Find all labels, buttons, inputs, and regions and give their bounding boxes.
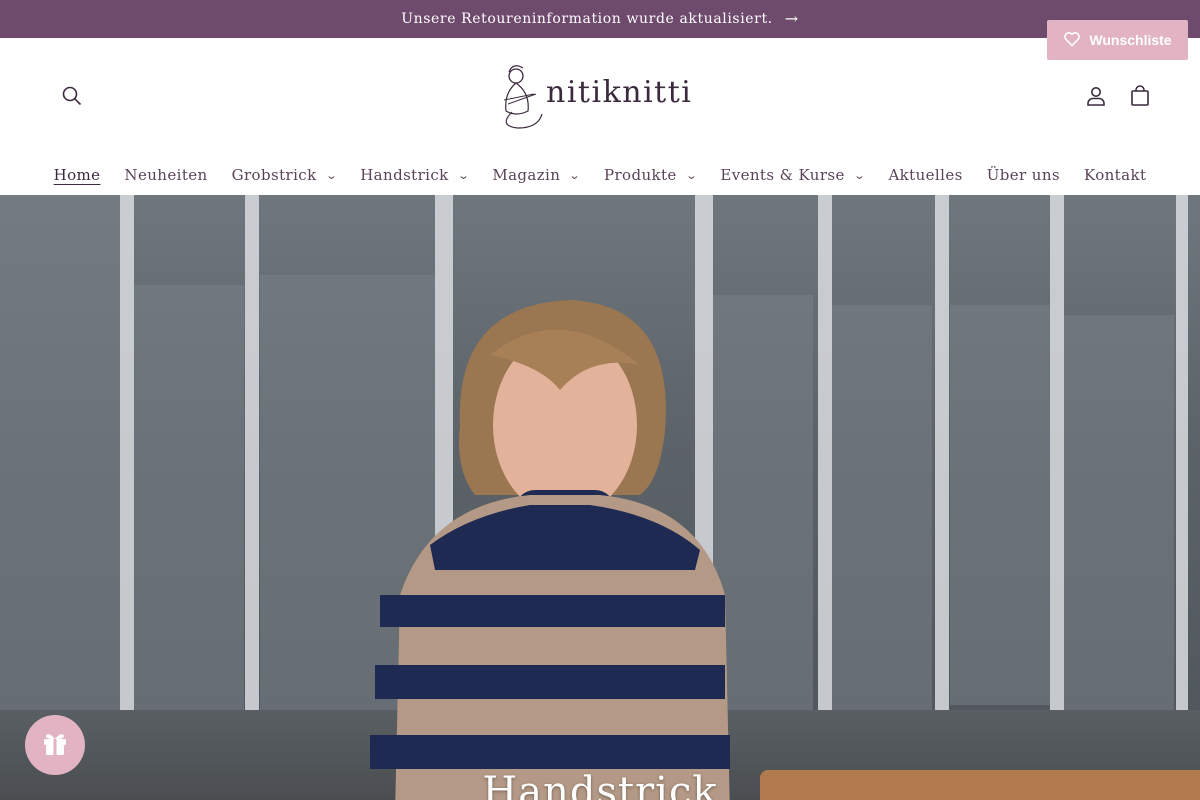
chevron-down-icon: ⌄ — [568, 168, 582, 182]
account-icon — [1085, 85, 1107, 111]
chevron-down-icon: ⌄ — [853, 168, 866, 182]
nav-item-events-kurse[interactable]: Events & Kurse ⌄ — [720, 166, 866, 184]
nav-item-produkte[interactable]: Produkte ⌄ — [604, 166, 698, 184]
wishlist-button[interactable]: Wunschliste — [1047, 20, 1188, 60]
woman-in-striped-sweater — [370, 300, 730, 800]
account-button[interactable] — [1080, 82, 1112, 114]
main-navigation: Home Neuheiten Grobstrick ⌄ Handstrick ⌄… — [0, 164, 1200, 186]
nav-item-magazin[interactable]: Magazin ⌄ — [492, 166, 582, 184]
nav-item-neuheiten[interactable]: Neuheiten — [124, 166, 207, 184]
nav-item-kontakt[interactable]: Kontakt — [1084, 166, 1146, 184]
nav-item-ueber-uns[interactable]: Über uns — [987, 166, 1060, 184]
nav-item-handstrick[interactable]: Handstrick ⌄ — [360, 166, 470, 184]
nav-item-home[interactable]: Home — [54, 166, 101, 184]
chevron-down-icon: ⌄ — [325, 168, 338, 182]
announcement-text[interactable]: Unsere Retoureninformation wurde aktuali… — [401, 11, 773, 27]
logo-wordmark: nitiknitti — [546, 74, 693, 110]
nav-item-grobstrick[interactable]: Grobstrick ⌄ — [232, 166, 338, 184]
nav-item-aktuelles[interactable]: Aktuelles — [888, 166, 962, 184]
chevron-down-icon: ⌄ — [457, 168, 470, 182]
site-header: nitiknitti Home Neuheiten Grobstrick ⌄ H… — [0, 38, 1200, 195]
cart-icon — [1129, 85, 1151, 111]
chevron-down-icon: ⌄ — [685, 168, 698, 182]
knitting-woman-logo-icon — [498, 60, 544, 136]
hero-heading: Handstrick — [482, 769, 718, 800]
cart-button[interactable] — [1124, 82, 1156, 114]
announcement-bar[interactable]: Unsere Retoureninformation wurde aktuali… — [0, 0, 1200, 38]
gift-icon — [41, 729, 69, 761]
heart-icon — [1063, 31, 1081, 50]
hero-banner[interactable]: Handstrick — [0, 195, 1200, 800]
rewards-button[interactable] — [25, 715, 85, 775]
wishlist-label: Wunschliste — [1089, 32, 1172, 48]
search-icon — [61, 85, 83, 111]
search-button[interactable] — [56, 82, 88, 114]
site-logo[interactable]: nitiknitti — [498, 62, 708, 134]
arrow-right-icon[interactable]: → — [785, 11, 799, 27]
